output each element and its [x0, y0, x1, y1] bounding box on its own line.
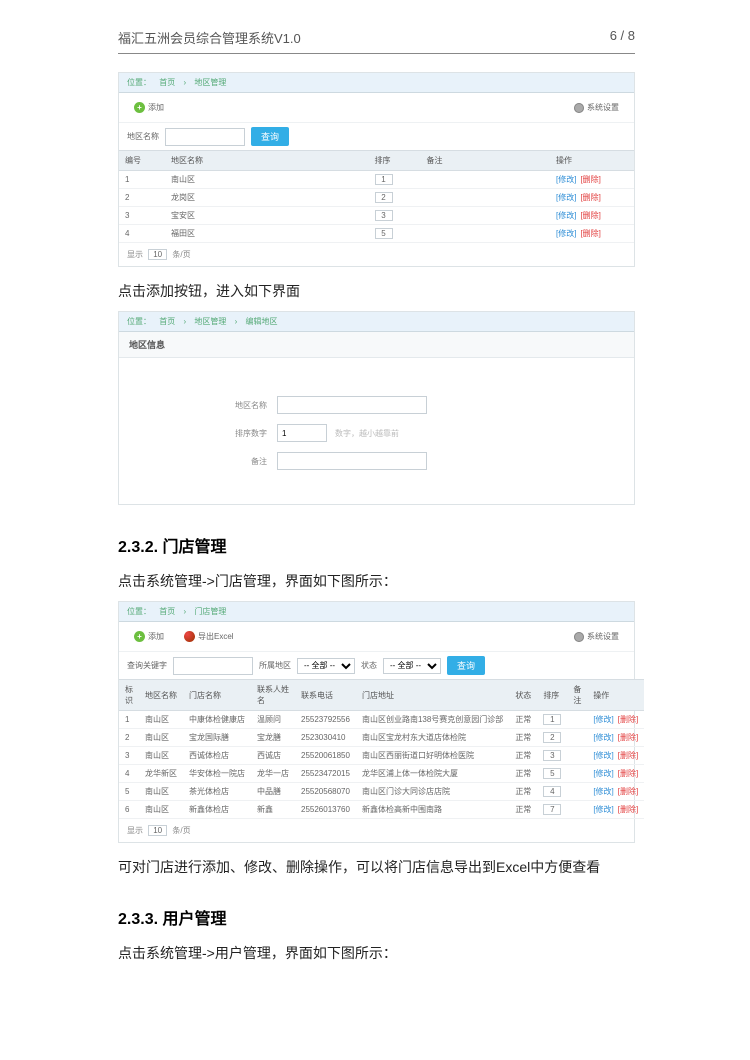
table-row: 5南山区茶光体检店中品膳25520568070南山区门诊大同诊店店院正常4[修改… [119, 783, 644, 801]
plus-icon: + [134, 631, 145, 642]
delete-link[interactable]: [删除] [618, 805, 638, 814]
caption: 点击添加按钮，进入如下界面 [118, 281, 635, 301]
note-field[interactable] [277, 452, 427, 470]
edit-link[interactable]: [修改] [593, 787, 613, 796]
edit-link[interactable]: [修改] [556, 211, 576, 220]
edit-link[interactable]: [修改] [593, 733, 613, 742]
doc-page: 6 / 8 [610, 28, 635, 47]
table-row: 3南山区西诚体检店西诚店25520061850南山区西丽街道口好明体检医院正常3… [119, 747, 644, 765]
settings-button[interactable]: 系统设置 [567, 628, 626, 645]
breadcrumb: 位置： 首页 › 地区管理 › 编辑地区 [119, 312, 634, 332]
edit-link[interactable]: [修改] [593, 805, 613, 814]
kw-label: 查询关键字 [127, 660, 167, 671]
note-label: 备注 [127, 456, 277, 467]
pager: 显示 10 条/页 [119, 819, 634, 842]
caption: 点击系统管理->用户管理，界面如下图所示： [118, 943, 635, 963]
settings-button[interactable]: 系统设置 [567, 99, 626, 116]
breadcrumb: 位置： 首页 › 地区管理 [119, 73, 634, 93]
region-table: 编号 地区名称 排序 备注 操作 1南山区1[修改][删除]2龙岗区2[修改][… [119, 150, 634, 243]
add-button[interactable]: + 添加 [127, 99, 171, 116]
export-excel-button[interactable]: 导出Excel [177, 628, 241, 645]
table-row: 1南山区1[修改][删除] [119, 171, 634, 189]
edit-link[interactable]: [修改] [556, 229, 576, 238]
breadcrumb: 位置： 首页 › 门店管理 [119, 602, 634, 622]
delete-link[interactable]: [删除] [618, 733, 638, 742]
table-row: 4龙华新区华安体检一院店龙华一店25523472015龙华区浦上体一体检院大厦正… [119, 765, 644, 783]
delete-link[interactable]: [删除] [618, 787, 638, 796]
add-button[interactable]: + 添加 [127, 628, 171, 645]
caption: 可对门店进行添加、修改、删除操作，可以将门店信息导出到Excel中方便查看 [118, 857, 635, 877]
gear-icon [574, 103, 584, 113]
region-list-panel: 位置： 首页 › 地区管理 + 添加 系统设置 地区名称 查询 编号 [118, 72, 635, 267]
region-select[interactable]: -- 全部 -- [297, 658, 355, 674]
table-row: 4福田区5[修改][删除] [119, 225, 634, 243]
delete-link[interactable]: [删除] [618, 769, 638, 778]
region-name-input[interactable] [165, 128, 245, 146]
edit-link[interactable]: [修改] [556, 175, 576, 184]
delete-link[interactable]: [删除] [580, 193, 600, 202]
region-edit-panel: 位置： 首页 › 地区管理 › 编辑地区 地区信息 地区名称 排序数字 数字，越… [118, 311, 635, 505]
delete-link[interactable]: [删除] [580, 229, 600, 238]
edit-link[interactable]: [修改] [593, 715, 613, 724]
table-row: 1南山区中康体检健康店温顾问25523792556南山区创业路南138号赛克创意… [119, 711, 644, 729]
delete-link[interactable]: [删除] [618, 715, 638, 724]
pager: 显示 10 条/页 [119, 243, 634, 266]
store-list-panel: 位置： 首页 › 门店管理 + 添加 导出Excel 系统设置 查询 [118, 601, 635, 843]
table-row: 3宝安区3[修改][删除] [119, 207, 634, 225]
region-label: 所属地区 [259, 660, 291, 671]
status-select[interactable]: -- 全部 -- [383, 658, 441, 674]
sort-hint: 数字，越小越靠前 [335, 428, 399, 439]
delete-link[interactable]: [删除] [580, 175, 600, 184]
section-heading: 2.3.3. 用户管理 [118, 905, 635, 929]
sort-field[interactable] [277, 424, 327, 442]
gear-icon [574, 632, 584, 642]
filter-label: 地区名称 [127, 131, 159, 142]
edit-link[interactable]: [修改] [556, 193, 576, 202]
table-row: 6南山区新鑫体检店新鑫25526013760新鑫体检高新中围南路正常7[修改][… [119, 801, 644, 819]
table-row: 2龙岗区2[修改][删除] [119, 189, 634, 207]
delete-link[interactable]: [删除] [580, 211, 600, 220]
edit-link[interactable]: [修改] [593, 751, 613, 760]
search-button[interactable]: 查询 [447, 656, 485, 675]
delete-link[interactable]: [删除] [618, 751, 638, 760]
doc-title: 福汇五洲会员综合管理系统V1.0 [118, 28, 301, 47]
name-label: 地区名称 [127, 400, 277, 411]
search-button[interactable]: 查询 [251, 127, 289, 146]
region-name-field[interactable] [277, 396, 427, 414]
edit-link[interactable]: [修改] [593, 769, 613, 778]
section-heading: 2.3.2. 门店管理 [118, 533, 635, 557]
header-rule [118, 53, 635, 54]
store-table: 标识地区名称门店名称联系人姓名联系电话门店地址状态排序备注操作 1南山区中康体检… [119, 679, 644, 819]
keyword-input[interactable] [173, 657, 253, 675]
caption: 点击系统管理->门店管理，界面如下图所示： [118, 571, 635, 591]
form-title: 地区信息 [119, 332, 634, 358]
excel-icon [184, 631, 195, 642]
table-row: 2南山区宝龙国际膳宝龙膳2523030410南山区宝龙村东大道店体检院正常2[修… [119, 729, 644, 747]
sort-label: 排序数字 [127, 428, 277, 439]
status-label: 状态 [361, 660, 377, 671]
plus-icon: + [134, 102, 145, 113]
